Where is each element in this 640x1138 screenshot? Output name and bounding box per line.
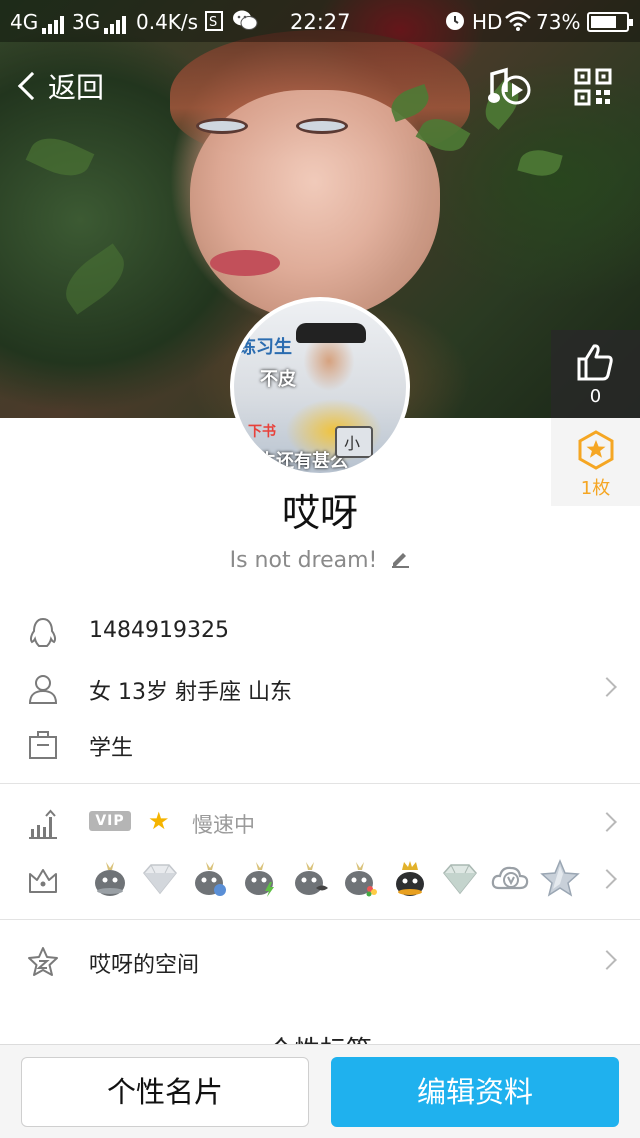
- back-chevron-icon: [17, 71, 47, 101]
- edit-profile-button[interactable]: 编辑资料: [331, 1057, 619, 1127]
- network-speed: 0.4K/s: [136, 10, 199, 34]
- avatar-headband: [296, 323, 366, 343]
- divider: [0, 919, 640, 920]
- vip-status: 慢速中: [192, 813, 255, 837]
- thumbs-up-icon: [577, 344, 613, 381]
- chevron-right-icon: [597, 950, 617, 970]
- cover-leaf: [517, 145, 563, 181]
- wechat-icon: [232, 9, 258, 36]
- qzone-label: 哎呀的空间: [89, 953, 200, 978]
- back-label: 返回: [48, 71, 105, 104]
- edit-pencil-icon: [390, 548, 410, 574]
- penguin-badge-icon[interactable]: [190, 858, 230, 898]
- penguin-badge-icon[interactable]: [340, 858, 380, 898]
- badge-list: [90, 858, 580, 898]
- vip-row[interactable]: VIP ★ 慢速中: [0, 795, 640, 851]
- music-note-icon: [488, 67, 531, 105]
- back-button[interactable]: 返回: [16, 66, 104, 106]
- top-nav: 返回: [0, 52, 640, 122]
- cover-leaf: [25, 128, 95, 186]
- occupation: 学生: [89, 736, 134, 761]
- crown-penguin-badge-icon[interactable]: [390, 858, 430, 898]
- chevron-right-icon: [597, 869, 617, 889]
- penguin-badge-icon[interactable]: [240, 858, 280, 898]
- status-bar: 4G 3G 0.4K/s S 22:27 HD 73%: [0, 0, 640, 42]
- penguin-outline-icon: [29, 617, 57, 647]
- qr-code-button[interactable]: [574, 68, 612, 106]
- penguin-badge-icon[interactable]: [90, 858, 130, 898]
- growth-chart-icon: [29, 809, 57, 839]
- qzone-star-icon: [28, 947, 58, 976]
- alarm-icon: [444, 10, 466, 37]
- signal-icon: [104, 10, 128, 34]
- storage-s-icon: S: [205, 11, 223, 36]
- cover-leaf: [55, 243, 135, 315]
- qzone-row[interactable]: 哎呀的空间: [0, 933, 640, 989]
- network-indicator-1: 4G: [10, 10, 66, 34]
- bottom-action-bar: 个性名片 编辑资料: [0, 1044, 640, 1138]
- briefcase-icon: [29, 731, 57, 759]
- vip-badge: VIP: [89, 811, 131, 831]
- qr-code-icon: [574, 68, 612, 106]
- coin-star-icon: [578, 430, 614, 470]
- avatar-sign-text: 练习生: [238, 337, 292, 358]
- chevron-right-icon: [597, 812, 617, 832]
- crown-icon: [29, 869, 57, 893]
- vip-star-icon: ★: [148, 807, 170, 835]
- cover-lips: [210, 250, 280, 276]
- network-indicator-2: 3G: [72, 10, 128, 34]
- personal-info-row[interactable]: 女 13岁 射手座 山东: [0, 660, 640, 716]
- divider: [0, 783, 640, 784]
- cloud-v-badge-icon[interactable]: [490, 858, 530, 898]
- qq-number: 1484919325: [89, 618, 229, 643]
- badges-row[interactable]: [0, 852, 640, 908]
- wifi-icon: [504, 10, 532, 37]
- qq-number-row: 1484919325: [0, 604, 640, 660]
- like-count: 0: [589, 386, 602, 407]
- avatar-cup: 小: [335, 426, 373, 458]
- music-button[interactable]: [486, 66, 532, 110]
- avatar-sign-text: 下书: [248, 424, 276, 440]
- diamond-badge-icon[interactable]: [140, 858, 180, 898]
- avatar[interactable]: 练习生 不皮 下书 生还有甚么 小: [230, 297, 410, 477]
- profile-card-button[interactable]: 个性名片: [21, 1057, 309, 1127]
- hd-indicator: HD: [472, 10, 503, 34]
- occupation-row: 学生: [0, 716, 640, 772]
- svg-text:小: 小: [344, 434, 360, 453]
- signature-text: Is not dream!: [229, 548, 378, 573]
- signal-icon: [42, 10, 66, 34]
- profile-signature[interactable]: Is not dream!: [0, 548, 640, 574]
- penguin-badge-icon[interactable]: [290, 858, 330, 898]
- profile-name: 哎呀: [281, 491, 358, 535]
- star-badge-icon[interactable]: [540, 858, 580, 898]
- clock: 22:27: [290, 10, 351, 34]
- svg-text:S: S: [209, 15, 217, 30]
- person-icon: [28, 675, 58, 704]
- chevron-right-icon: [597, 677, 617, 697]
- avatar-sign-text: 不皮: [260, 369, 296, 390]
- personal-info: 女 13岁 射手座 山东: [89, 680, 292, 705]
- battery-percent: 73%: [536, 10, 581, 34]
- battery-fill: [591, 16, 616, 28]
- diamond-badge-icon[interactable]: [440, 858, 480, 898]
- battery-icon: [587, 12, 633, 32]
- like-button[interactable]: 0: [551, 330, 640, 418]
